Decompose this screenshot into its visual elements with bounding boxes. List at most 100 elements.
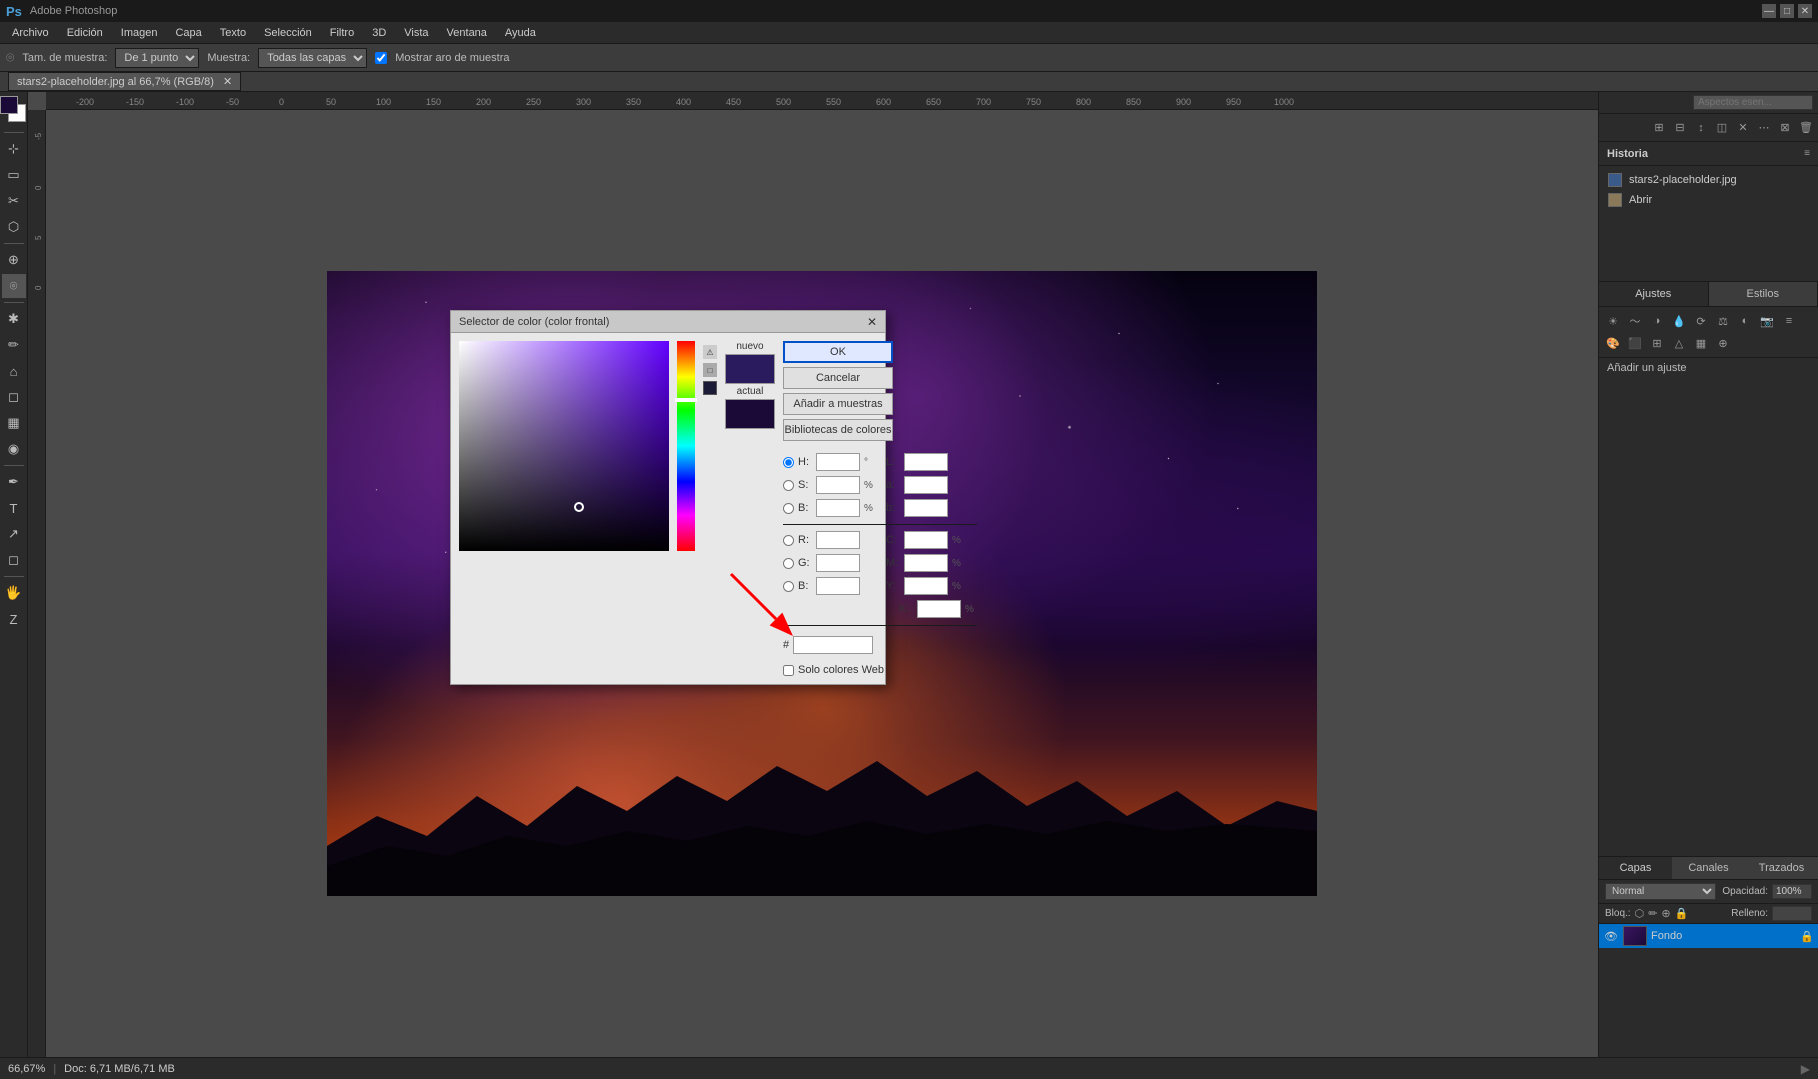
- foreground-color-swatch[interactable]: [0, 96, 18, 114]
- tool-gradient[interactable]: ▦: [2, 411, 26, 435]
- b-input[interactable]: 22: [816, 499, 860, 517]
- adj-channelmixer[interactable]: ≡: [1779, 311, 1799, 331]
- color-dialog-close-btn[interactable]: ✕: [867, 315, 877, 329]
- panel-ctrl-5[interactable]: ✕: [1734, 119, 1752, 137]
- layer-visibility-icon[interactable]: 👁: [1603, 928, 1619, 944]
- adj-invert[interactable]: ⬛: [1625, 333, 1645, 353]
- lock-all[interactable]: 🔒: [1675, 907, 1689, 920]
- adj-brightness[interactable]: ☀: [1603, 311, 1623, 331]
- bl-radio[interactable]: [783, 581, 794, 592]
- menu-3d[interactable]: 3D: [364, 25, 394, 41]
- menu-edicion[interactable]: Edición: [59, 25, 111, 41]
- panel-ctrl-7[interactable]: ⊠: [1776, 119, 1794, 137]
- history-item-1[interactable]: Abrir: [1603, 190, 1814, 210]
- maximize-button[interactable]: □: [1780, 4, 1794, 18]
- lock-move[interactable]: ⊕: [1661, 907, 1670, 920]
- b-radio[interactable]: [783, 503, 794, 514]
- s-input[interactable]: 82: [816, 476, 860, 494]
- layer-item-0[interactable]: 👁 Fondo 🔒: [1599, 924, 1818, 948]
- menu-capa[interactable]: Capa: [167, 25, 209, 41]
- h-radio[interactable]: [783, 457, 794, 468]
- add-to-swatches-button[interactable]: Añadir a muestras: [783, 393, 893, 415]
- menu-imagen[interactable]: Imagen: [113, 25, 166, 41]
- tool-path-select[interactable]: ↗: [2, 522, 26, 546]
- tool-healing[interactable]: ✱: [2, 307, 26, 331]
- tab-ajustes[interactable]: Ajustes: [1599, 282, 1709, 306]
- tab-estilos[interactable]: Estilos: [1709, 282, 1818, 306]
- tool-text[interactable]: T: [2, 496, 26, 520]
- tool-crop[interactable]: ⊕: [2, 248, 26, 272]
- hue-slider-container[interactable]: [677, 341, 695, 551]
- adj-posterize[interactable]: ⊞: [1647, 333, 1667, 353]
- adj-selective-color[interactable]: ⊕: [1713, 333, 1733, 353]
- menu-filtro[interactable]: Filtro: [322, 25, 362, 41]
- minimize-button[interactable]: —: [1762, 4, 1776, 18]
- tool-lasso[interactable]: ✂: [2, 189, 26, 213]
- tool-move[interactable]: ⊹: [2, 137, 26, 161]
- tool-blur[interactable]: ◉: [2, 437, 26, 461]
- a-input[interactable]: 18: [904, 476, 948, 494]
- adj-bw[interactable]: ◐: [1735, 311, 1755, 331]
- y-input[interactable]: 35: [904, 577, 948, 595]
- l-input[interactable]: 6: [904, 453, 948, 471]
- sample-size-select[interactable]: De 1 punto: [115, 48, 199, 68]
- r-radio[interactable]: [783, 535, 794, 546]
- web-safe-icon[interactable]: □: [703, 363, 717, 377]
- panel-ctrl-4[interactable]: ◫: [1713, 119, 1731, 137]
- adj-exposure[interactable]: ◑: [1647, 311, 1667, 331]
- lock-transparent[interactable]: ⬡: [1635, 907, 1645, 920]
- hex-input[interactable]: 1b0a37: [793, 636, 873, 654]
- adj-colorlookup[interactable]: 🎨: [1603, 333, 1623, 353]
- color-spectrum[interactable]: [459, 341, 669, 551]
- adj-curves[interactable]: 〜: [1625, 311, 1645, 331]
- tab-canales[interactable]: Canales: [1672, 857, 1745, 879]
- tool-eyedropper[interactable]: ⌾: [2, 274, 26, 298]
- b2-input[interactable]: -26: [904, 499, 948, 517]
- bl-input[interactable]: 55: [816, 577, 860, 595]
- panel-ctrl-2[interactable]: ⊟: [1671, 119, 1689, 137]
- color-libraries-button[interactable]: Bibliotecas de colores: [783, 419, 893, 441]
- g-input[interactable]: 10: [816, 554, 860, 572]
- scroll-arrow[interactable]: ▶: [1801, 1062, 1810, 1076]
- g-radio[interactable]: [783, 558, 794, 569]
- tool-brush[interactable]: ✏: [2, 333, 26, 357]
- web-colors-checkbox[interactable]: [783, 665, 794, 676]
- tool-pen[interactable]: ✒: [2, 470, 26, 494]
- tool-shape[interactable]: ◻: [2, 548, 26, 572]
- c-input[interactable]: 79: [904, 531, 948, 549]
- adj-gradient-map[interactable]: ▦: [1691, 333, 1711, 353]
- h-input[interactable]: 263: [816, 453, 860, 471]
- tab-capas[interactable]: Capas: [1599, 857, 1672, 879]
- menu-texto[interactable]: Texto: [212, 25, 254, 41]
- tool-magic-wand[interactable]: ⬡: [2, 215, 26, 239]
- workspace-search-input[interactable]: [1693, 95, 1813, 110]
- fill-input[interactable]: 100%: [1772, 906, 1812, 921]
- ok-button[interactable]: OK: [783, 341, 893, 363]
- m-input[interactable]: 75: [904, 554, 948, 572]
- menu-vista[interactable]: Vista: [396, 25, 436, 41]
- adj-hsl[interactable]: ⟳: [1691, 311, 1711, 331]
- k-input[interactable]: 71: [917, 600, 961, 618]
- show-ring-checkbox[interactable]: [375, 52, 387, 64]
- panel-ctrl-trash[interactable]: 🗑: [1797, 119, 1815, 137]
- opacity-input[interactable]: [1772, 884, 1812, 899]
- adj-threshold[interactable]: △: [1669, 333, 1689, 353]
- adj-colorbalance[interactable]: ⚖: [1713, 311, 1733, 331]
- history-menu-btn[interactable]: ≡: [1804, 148, 1810, 159]
- sample-select[interactable]: Todas las capas: [258, 48, 367, 68]
- close-button[interactable]: ✕: [1798, 4, 1812, 18]
- tool-select-rect[interactable]: ▭: [2, 163, 26, 187]
- history-item-0[interactable]: stars2-placeholder.jpg: [1603, 170, 1814, 190]
- menu-archivo[interactable]: Archivo: [4, 25, 57, 41]
- menu-ayuda[interactable]: Ayuda: [497, 25, 544, 41]
- adj-vibrance[interactable]: 💧: [1669, 311, 1689, 331]
- panel-ctrl-1[interactable]: ⊞: [1650, 119, 1668, 137]
- doc-tab-close[interactable]: ✕: [223, 76, 232, 88]
- panel-ctrl-6[interactable]: ⋯: [1755, 119, 1773, 137]
- r-input[interactable]: 27: [816, 531, 860, 549]
- tab-trazados[interactable]: Trazados: [1745, 857, 1818, 879]
- doc-tab[interactable]: stars2-placeholder.jpg al 66,7% (RGB/8) …: [8, 72, 241, 91]
- tool-hand[interactable]: 🖐: [2, 581, 26, 605]
- menu-seleccion[interactable]: Selección: [256, 25, 320, 41]
- menu-ventana[interactable]: Ventana: [439, 25, 495, 41]
